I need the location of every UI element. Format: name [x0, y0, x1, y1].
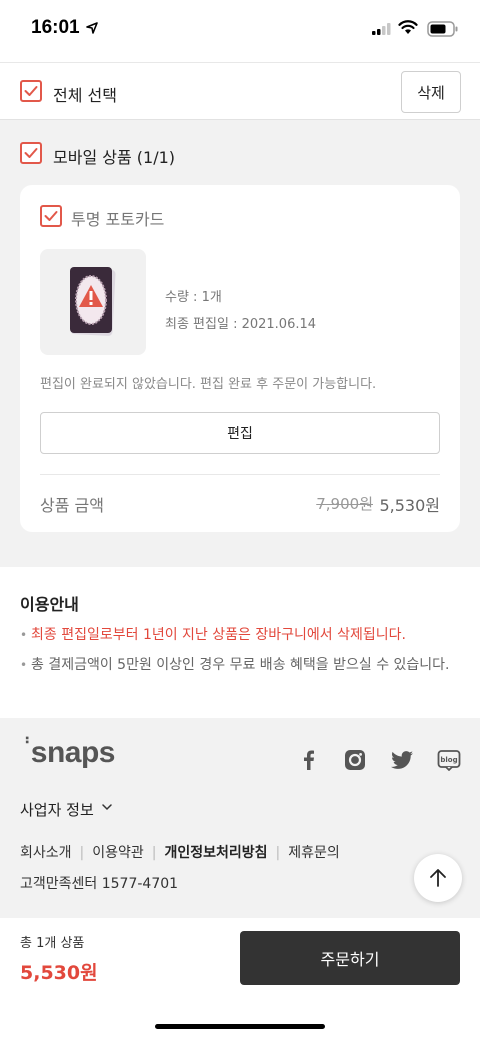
blog-icon[interactable]: blog	[437, 748, 461, 772]
check-icon	[24, 148, 38, 158]
usage-note-delete: 최종 편집일로부터 1년이 지난 상품은 장바구니에서 삭제됩니다.	[20, 624, 460, 646]
logo-dots-icon: ⠘	[20, 735, 30, 751]
order-button[interactable]: 주문하기	[240, 931, 460, 985]
usage-title: 이용안내	[20, 595, 79, 614]
item-thumbnail[interactable]	[40, 249, 146, 355]
battery-icon	[427, 21, 458, 37]
item-edited-date: 최종 편집일 : 2021.06.14	[165, 317, 317, 332]
home-indicator	[155, 1024, 325, 1029]
item-checkbox[interactable]	[40, 205, 62, 227]
link-separator: |	[79, 845, 85, 861]
link-terms[interactable]: 이용약관	[92, 845, 144, 861]
business-info-toggle[interactable]: 사업자 정보	[20, 799, 94, 820]
footer: ⠘snaps blog 사업자 정보 회사소개 | 이용약관 | 개인정보처리방침 | 제휴…	[0, 718, 480, 918]
select-all-bar: 전체 선택 삭제	[0, 62, 480, 120]
total-price: 5,530원	[20, 962, 98, 984]
scroll-top-button[interactable]	[414, 854, 462, 902]
link-partnership[interactable]: 제휴문의	[288, 845, 340, 861]
facebook-icon[interactable]	[297, 748, 321, 772]
location-arrow-icon	[86, 22, 98, 34]
status-time: 16:01	[31, 17, 80, 38]
final-price: 5,530원	[379, 496, 440, 515]
link-company[interactable]: 회사소개	[20, 845, 72, 861]
divider	[40, 474, 440, 475]
delete-button[interactable]: 삭제	[401, 71, 461, 113]
signal-icon	[372, 23, 391, 35]
blog-text: blog	[440, 756, 457, 764]
group-label: 모바일 상품 (1/1)	[53, 148, 176, 167]
cart-section: 모바일 상품 (1/1) 투명 포토카드 수량 : 1개 최종 편집일 : 20…	[0, 120, 480, 567]
instagram-icon[interactable]	[343, 748, 367, 772]
wifi-icon	[398, 20, 418, 34]
arrow-up-icon	[430, 869, 446, 887]
cart-item-card: 투명 포토카드 수량 : 1개 최종 편집일 : 2021.06.14 편집이 …	[20, 185, 460, 532]
total-count-label: 총 1개 상품	[20, 936, 85, 951]
link-separator: |	[275, 845, 281, 861]
logo-text: snaps	[30, 736, 116, 769]
edit-button[interactable]: 편집	[40, 412, 440, 454]
group-checkbox[interactable]	[20, 142, 42, 164]
select-all-label: 전체 선택	[53, 86, 117, 105]
link-separator: |	[151, 845, 157, 861]
status-bar: 16:01	[0, 0, 480, 62]
check-icon	[44, 211, 58, 221]
usage-info-section: 이용안내 최종 편집일로부터 1년이 지난 상품은 장바구니에서 삭제됩니다. …	[0, 567, 480, 718]
twitter-icon[interactable]	[390, 748, 414, 772]
original-price: 7,900원	[316, 495, 373, 513]
chevron-down-icon[interactable]	[102, 804, 112, 811]
footer-links: 회사소개 | 이용약관 | 개인정보처리방침 | 제휴문의	[20, 842, 340, 862]
item-name: 투명 포토카드	[71, 210, 165, 229]
photocard-thumbnail-image	[70, 267, 116, 336]
edit-notice: 편집이 완료되지 않았습니다. 편집 완료 후 주문이 가능합니다.	[40, 377, 377, 392]
snaps-logo[interactable]: ⠘snaps	[20, 735, 116, 770]
usage-note-shipping: 총 결제금액이 5만원 이상인 경우 무료 배송 혜택을 받으실 수 있습니다.	[20, 654, 460, 676]
price-label: 상품 금액	[40, 496, 104, 515]
order-bar: 총 1개 상품 5,530원 주문하기	[0, 918, 480, 1039]
link-privacy[interactable]: 개인정보처리방침	[165, 845, 268, 861]
check-icon	[24, 86, 38, 96]
select-all-checkbox[interactable]	[20, 80, 42, 102]
item-quantity: 수량 : 1개	[165, 290, 222, 305]
customer-center[interactable]: 고객만족센터 1577-4701	[20, 873, 178, 893]
